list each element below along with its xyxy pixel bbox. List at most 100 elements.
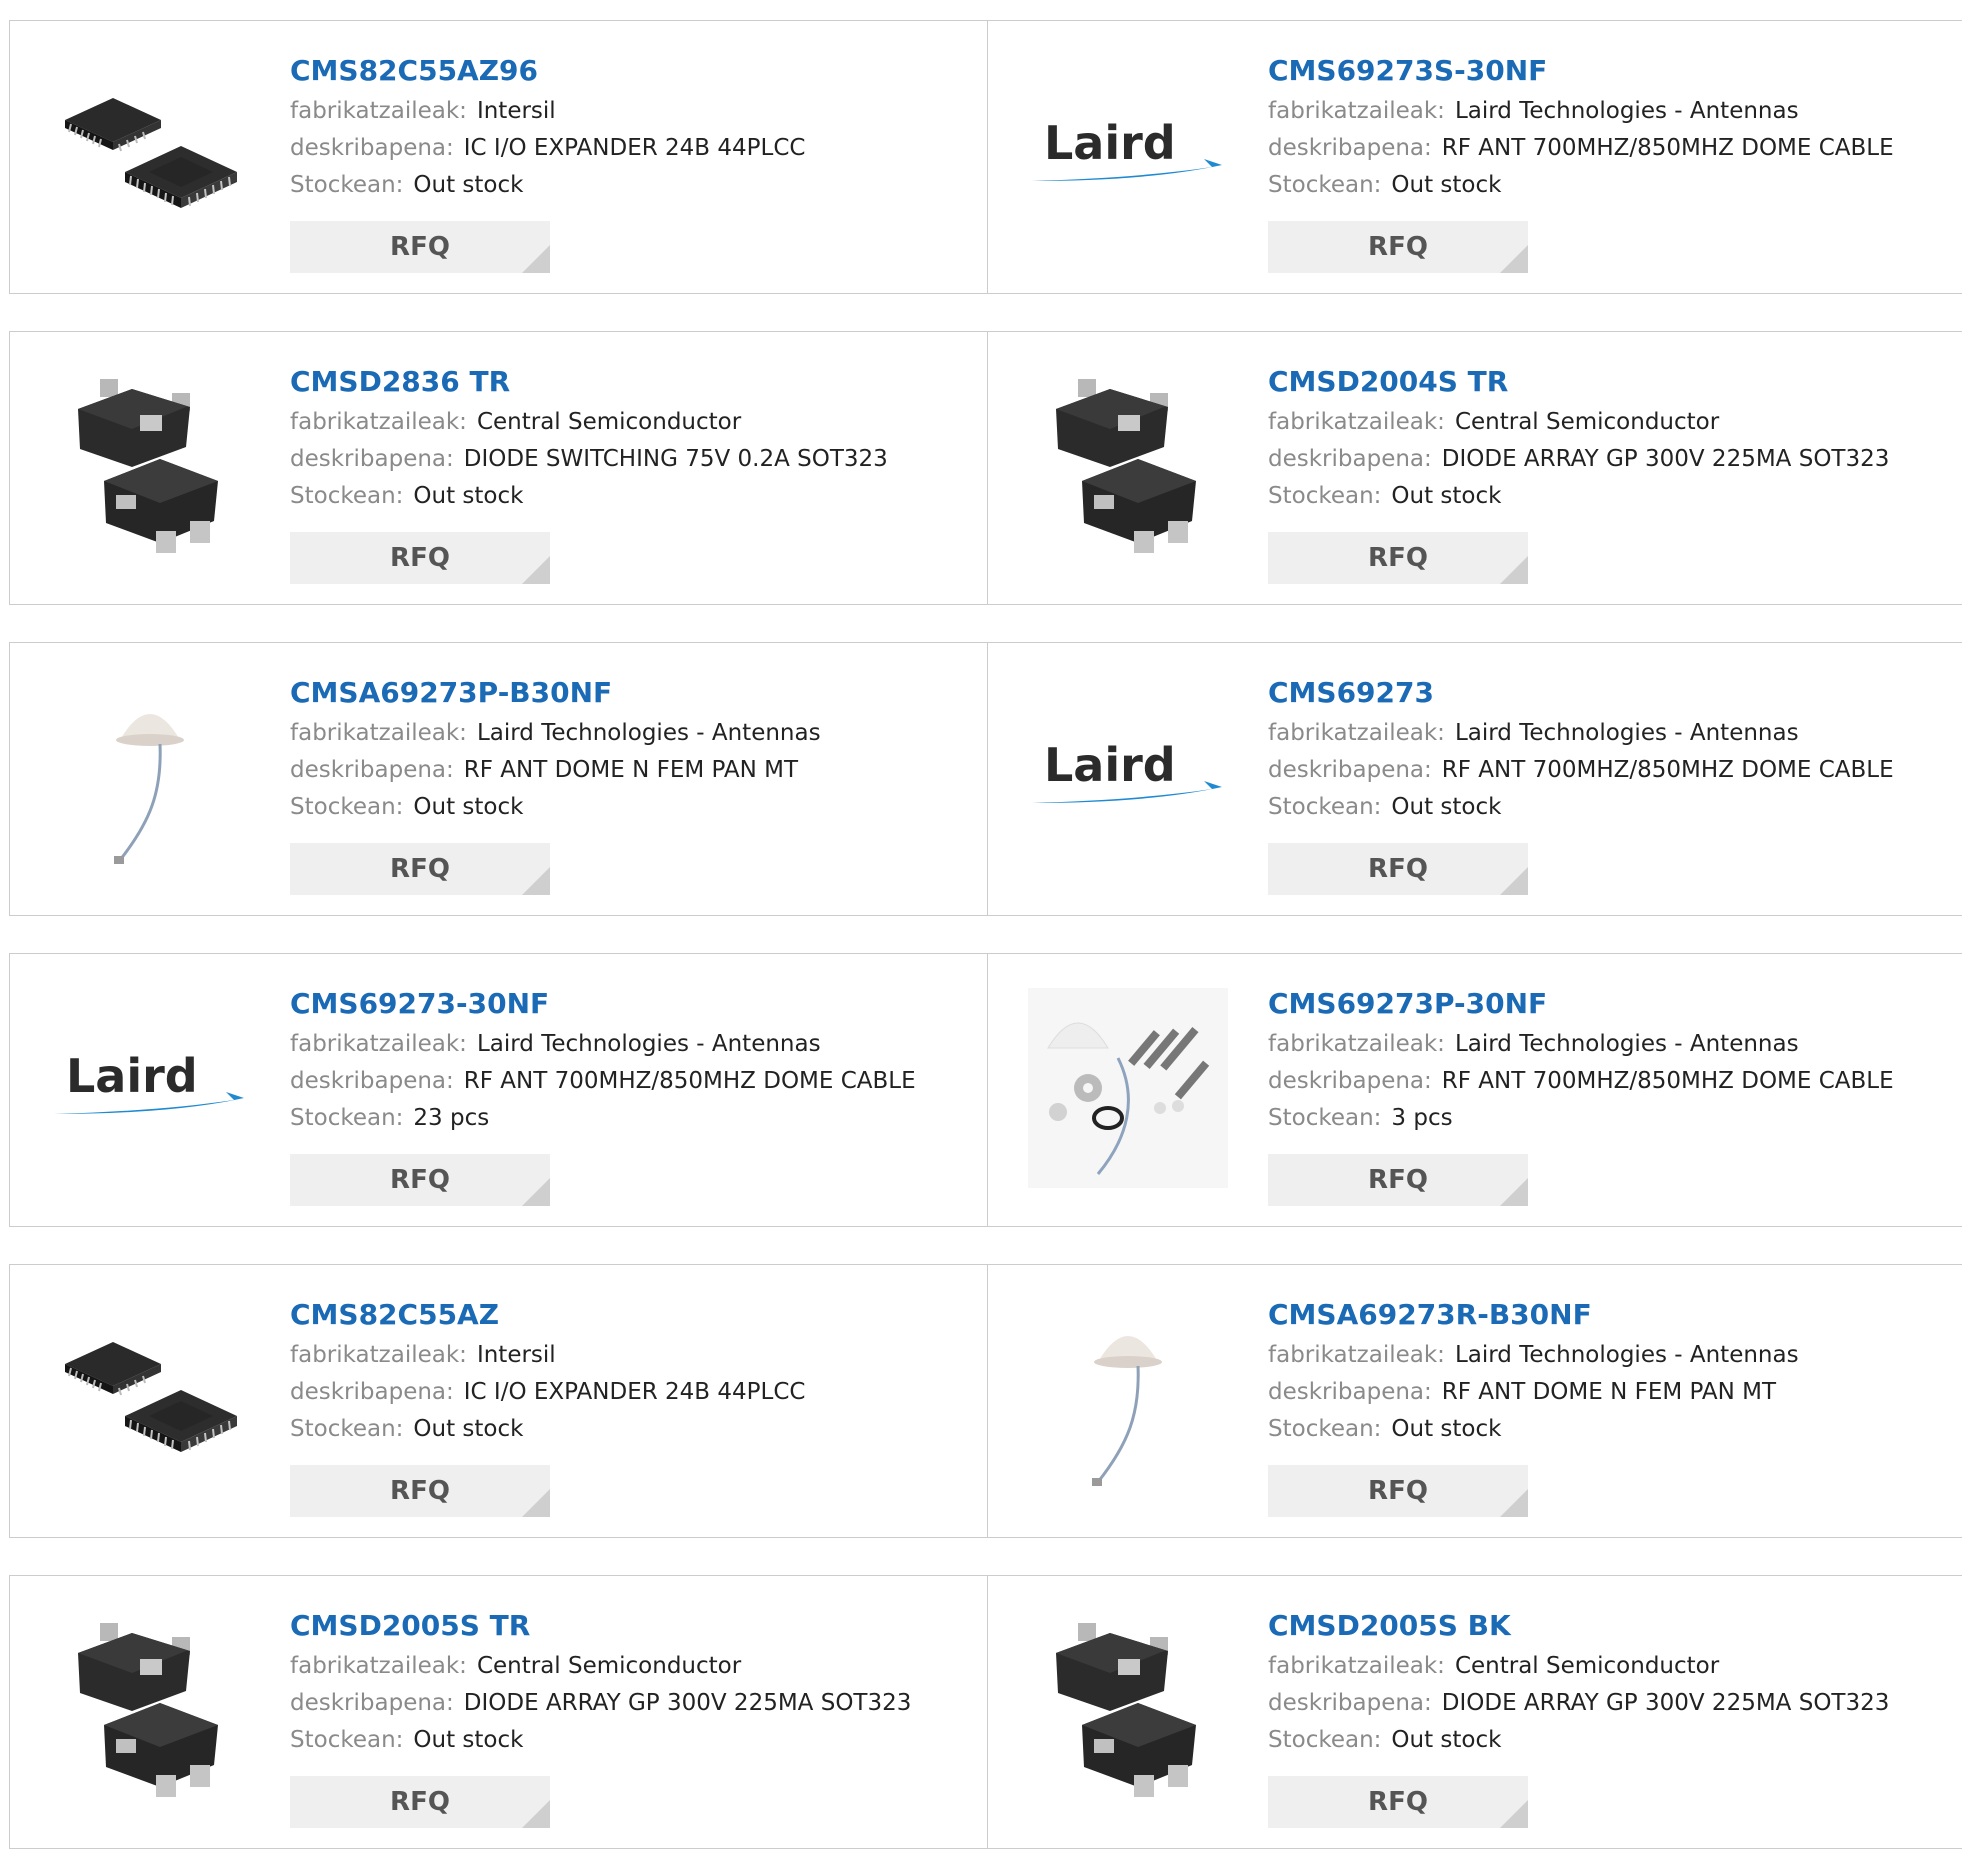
- description-value: IC I/O EXPANDER 24B 44PLCC: [463, 135, 806, 161]
- laird-logo[interactable]: Laird: [1028, 677, 1228, 877]
- product-info: CMS82C55AZ96 fabrikatzaileak: Intersil de…: [290, 49, 805, 204]
- stock-label: Stockean:: [1268, 1416, 1382, 1442]
- stock-label: Stockean:: [1268, 483, 1382, 509]
- part-number-link[interactable]: CMS69273S-30NF: [1268, 49, 1894, 93]
- dome-antenna-image[interactable]: [50, 677, 250, 877]
- rfq-label: RFQ: [1368, 854, 1428, 884]
- stock-value: Out stock: [413, 172, 524, 198]
- plcc-chip-image[interactable]: [50, 1299, 250, 1499]
- part-number-link[interactable]: CMS69273: [1268, 671, 1894, 715]
- description-label: deskribapena:: [1268, 135, 1432, 161]
- rfq-corner-decoration: [1500, 867, 1528, 895]
- rfq-label: RFQ: [390, 232, 450, 262]
- product-row: CMS82C55AZ96 fabrikatzaileak: Intersil de…: [9, 20, 1962, 294]
- manufacturer-label: fabrikatzaileak:: [290, 98, 467, 124]
- product-row: CMSA69273P-B30NF fabrikatzaileak: Laird T…: [9, 642, 1962, 916]
- rfq-button[interactable]: RFQ: [290, 221, 550, 273]
- product-list: CMS82C55AZ96 fabrikatzaileak: Intersil de…: [0, 0, 1962, 1849]
- description-line: deskribapena: RF ANT DOME N FEM PAN MT: [290, 752, 821, 789]
- stock-line: Stockean: Out stock: [1268, 167, 1894, 204]
- sot323-image[interactable]: [50, 1610, 250, 1810]
- description-label: deskribapena:: [1268, 446, 1432, 472]
- manufacturer-line: fabrikatzaileak: Intersil: [290, 93, 805, 130]
- rfq-corner-decoration: [522, 556, 550, 584]
- part-number-link[interactable]: CMS69273P-30NF: [1268, 982, 1894, 1026]
- part-number-link[interactable]: CMS69273-30NF: [290, 982, 916, 1026]
- description-label: deskribapena:: [1268, 757, 1432, 783]
- part-number-link[interactable]: CMS82C55AZ: [290, 1293, 805, 1337]
- rfq-button[interactable]: RFQ: [1268, 843, 1528, 895]
- stock-label: Stockean:: [290, 794, 404, 820]
- product-card: CMSA69273R-B30NF fabrikatzaileak: Laird T…: [988, 1265, 1962, 1537]
- manufacturer-line: fabrikatzaileak: Laird Technologies - Ant…: [290, 1026, 916, 1063]
- rfq-corner-decoration: [1500, 1489, 1528, 1517]
- description-line: deskribapena: DIODE ARRAY GP 300V 225MA S…: [1268, 1685, 1889, 1722]
- part-number-link[interactable]: CMSD2005S TR: [290, 1604, 911, 1648]
- plcc-chip-image[interactable]: [50, 55, 250, 255]
- manufacturer-line: fabrikatzaileak: Central Semiconductor: [1268, 1648, 1889, 1685]
- description-line: deskribapena: IC I/O EXPANDER 24B 44PLCC: [290, 130, 805, 167]
- rfq-button[interactable]: RFQ: [290, 532, 550, 584]
- rfq-button[interactable]: RFQ: [290, 1465, 550, 1517]
- description-value: DIODE ARRAY GP 300V 225MA SOT323: [1441, 446, 1890, 472]
- rfq-button[interactable]: RFQ: [290, 843, 550, 895]
- sot323-image[interactable]: [1028, 366, 1228, 566]
- sot323-image[interactable]: [50, 366, 250, 566]
- sot323-image[interactable]: [1028, 1610, 1228, 1810]
- rfq-button[interactable]: RFQ: [290, 1154, 550, 1206]
- rfq-corner-decoration: [1500, 556, 1528, 584]
- product-info: CMS69273-30NF fabrikatzaileak: Laird Tech…: [290, 982, 916, 1137]
- manufacturer-line: fabrikatzaileak: Laird Technologies - Ant…: [1268, 715, 1894, 752]
- manufacturer-label: fabrikatzaileak:: [290, 1342, 467, 1368]
- stock-value: Out stock: [1391, 172, 1502, 198]
- rfq-button[interactable]: RFQ: [1268, 1776, 1528, 1828]
- product-info: CMSD2004S TR fabrikatzaileak: Central Sem…: [1268, 360, 1889, 515]
- rfq-button[interactable]: RFQ: [1268, 1465, 1528, 1517]
- rfq-corner-decoration: [522, 245, 550, 273]
- manufacturer-label: fabrikatzaileak:: [1268, 409, 1445, 435]
- manufacturer-label: fabrikatzaileak:: [1268, 98, 1445, 124]
- description-value: RF ANT 700MHZ/850MHZ DOME CABLE: [1441, 757, 1894, 783]
- description-label: deskribapena:: [290, 1690, 454, 1716]
- antenna-kit-image[interactable]: [1028, 988, 1228, 1188]
- part-number-link[interactable]: CMSD2836 TR: [290, 360, 888, 404]
- stock-value: Out stock: [1391, 1727, 1502, 1753]
- manufacturer-line: fabrikatzaileak: Central Semiconductor: [290, 404, 888, 441]
- rfq-button[interactable]: RFQ: [1268, 1154, 1528, 1206]
- rfq-button[interactable]: RFQ: [290, 1776, 550, 1828]
- part-number-link[interactable]: CMSD2005S BK: [1268, 1604, 1889, 1648]
- description-label: deskribapena:: [1268, 1379, 1432, 1405]
- dome-antenna-image[interactable]: [1028, 1299, 1228, 1499]
- part-number-link[interactable]: CMS82C55AZ96: [290, 49, 805, 93]
- stock-label: Stockean:: [290, 483, 404, 509]
- stock-line: Stockean: Out stock: [290, 1411, 805, 1448]
- stock-label: Stockean:: [1268, 172, 1382, 198]
- description-value: DIODE ARRAY GP 300V 225MA SOT323: [463, 1690, 912, 1716]
- product-card: Laird CMS69273S-30NF fabrikatzaileak: Lai…: [988, 21, 1962, 293]
- rfq-button[interactable]: RFQ: [1268, 532, 1528, 584]
- stock-line: Stockean: Out stock: [1268, 1722, 1889, 1759]
- part-number-link[interactable]: CMSA69273R-B30NF: [1268, 1293, 1799, 1337]
- product-info: CMSA69273R-B30NF fabrikatzaileak: Laird T…: [1268, 1293, 1799, 1448]
- rfq-corner-decoration: [1500, 245, 1528, 273]
- description-value: DIODE SWITCHING 75V 0.2A SOT323: [463, 446, 888, 472]
- manufacturer-line: fabrikatzaileak: Laird Technologies - Ant…: [1268, 93, 1894, 130]
- description-value: IC I/O EXPANDER 24B 44PLCC: [463, 1379, 806, 1405]
- manufacturer-label: fabrikatzaileak:: [290, 720, 467, 746]
- stock-value: Out stock: [1391, 1416, 1502, 1442]
- stock-value: Out stock: [1391, 483, 1502, 509]
- rfq-label: RFQ: [390, 1476, 450, 1506]
- description-label: deskribapena:: [290, 135, 454, 161]
- manufacturer-value: Laird Technologies - Antennas: [476, 720, 821, 746]
- manufacturer-value: Laird Technologies - Antennas: [1454, 1342, 1799, 1368]
- description-line: deskribapena: DIODE ARRAY GP 300V 225MA S…: [290, 1685, 911, 1722]
- description-line: deskribapena: RF ANT 700MHZ/850MHZ DOME C…: [1268, 1063, 1894, 1100]
- description-value: RF ANT 700MHZ/850MHZ DOME CABLE: [1441, 135, 1894, 161]
- part-number-link[interactable]: CMSD2004S TR: [1268, 360, 1889, 404]
- laird-logo[interactable]: Laird: [1028, 55, 1228, 255]
- rfq-label: RFQ: [1368, 1165, 1428, 1195]
- laird-logo[interactable]: Laird: [50, 988, 250, 1188]
- description-value: RF ANT 700MHZ/850MHZ DOME CABLE: [463, 1068, 916, 1094]
- part-number-link[interactable]: CMSA69273P-B30NF: [290, 671, 821, 715]
- rfq-button[interactable]: RFQ: [1268, 221, 1528, 273]
